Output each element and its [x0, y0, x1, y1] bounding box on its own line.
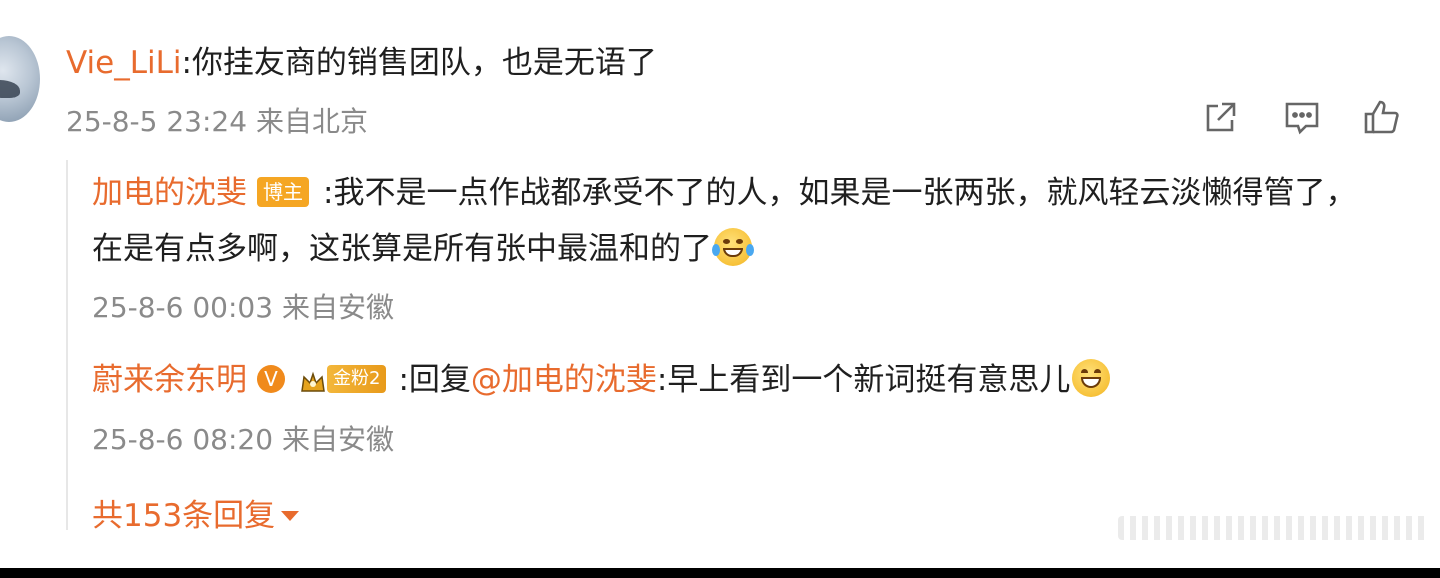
- like-icon[interactable]: [1362, 98, 1402, 138]
- main-comment-meta: 25-8-5 23:24 来自北京: [66, 100, 368, 140]
- main-comment-separator: :: [181, 45, 192, 81]
- reply-2-timestamp: 25-8-6 08:20: [92, 423, 274, 456]
- reply-2-line: 蔚来余东明 V 金粉2:回复@加电的沈斐:早上看到一个新词挺有意思儿: [92, 357, 1111, 403]
- reply-1-location: 来自安徽: [281, 291, 394, 324]
- reply-1-meta: 25-8-6 00:03 来自安徽: [92, 286, 394, 326]
- share-icon[interactable]: [1200, 98, 1240, 138]
- main-comment-text: 你挂友商的销售团队，也是无语了: [191, 45, 657, 81]
- main-comment-username[interactable]: Vie_LiLi: [66, 45, 181, 81]
- reply-1-username[interactable]: 加电的沈斐: [92, 175, 247, 211]
- reply-thread: 加电的沈斐 博主:我不是一点作战都承受不了的人，如果是一张两张，就风轻云淡懒得管了…: [66, 160, 1440, 534]
- reply-2-mention[interactable]: @加电的沈斐: [471, 362, 657, 398]
- verified-icon: V: [257, 364, 285, 393]
- reply-1-text-line1: 我不是一点作战都承受不了的人，如果是一张两张，就风轻云淡懒得管了，: [333, 175, 1357, 211]
- reply-1-line-1: 加电的沈斐 博主:我不是一点作战都承受不了的人，如果是一张两张，就风轻云淡懒得管了…: [92, 170, 1356, 216]
- main-comment: Vie_LiLi:你挂友商的销售团队，也是无语了: [66, 40, 1426, 86]
- main-comment-location: 来自北京: [255, 105, 368, 138]
- reply-2-text: :早上看到一个新词挺有意思儿: [656, 362, 1071, 398]
- laugh-cry-emoji-icon: [712, 227, 754, 266]
- comment-avatar[interactable]: [0, 36, 40, 122]
- caret-down-icon: [281, 510, 300, 521]
- fan-level-badge: 金粉2: [327, 364, 387, 393]
- reply-1-text-line2: 在是有点多啊，这张算是所有张中最温和的了: [92, 231, 712, 267]
- blogger-badge: 博主: [257, 176, 309, 207]
- comment-icon[interactable]: [1282, 98, 1322, 138]
- more-replies-link[interactable]: 共153条回复: [92, 490, 300, 535]
- reply-2-prefix: 回复: [408, 362, 471, 398]
- main-comment-timestamp: 25-8-5 23:24: [66, 105, 248, 138]
- scrollbar[interactable]: [1118, 516, 1428, 540]
- comment-actions: [1200, 98, 1440, 138]
- bottom-bar: [0, 568, 1440, 578]
- reply-1-separator: :: [323, 175, 334, 211]
- grin-emoji-icon: [1072, 358, 1111, 397]
- crown-icon: [299, 364, 327, 392]
- reply-2-meta: 25-8-6 08:20 来自安徽: [92, 418, 394, 458]
- reply-1-timestamp: 25-8-6 00:03: [92, 291, 274, 324]
- more-replies-label: 共153条回复: [92, 498, 276, 534]
- main-comment-line: Vie_LiLi:你挂友商的销售团队，也是无语了: [66, 40, 1426, 86]
- reply-2-username[interactable]: 蔚来余东明: [92, 362, 247, 398]
- reply-2-separator: :: [398, 362, 409, 398]
- reply-2-location: 来自安徽: [281, 423, 394, 456]
- reply-1-line-2: 在是有点多啊，这张算是所有张中最温和的了: [92, 226, 754, 272]
